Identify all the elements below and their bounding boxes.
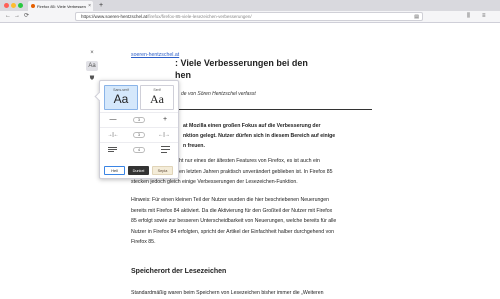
type-controls-icon[interactable]: Aa xyxy=(86,61,98,71)
article-title-line2: hen xyxy=(175,70,192,80)
font-serif-option[interactable]: Serif Aa xyxy=(140,85,174,110)
article-lead-line3: n freuen. xyxy=(183,143,205,149)
paragraph-line: Firefox 85. xyxy=(131,239,156,245)
decrease-line-height-icon[interactable] xyxy=(108,147,117,153)
theme-dark-button[interactable]: Dunkel xyxy=(128,166,149,175)
library-icon[interactable]: ⫼ xyxy=(467,11,470,22)
paragraph-line: Nutzer in Firefox 84 erfolgten, spricht … xyxy=(131,228,335,235)
favicon-icon xyxy=(31,4,35,8)
forward-icon[interactable]: → xyxy=(14,11,20,22)
browser-tab[interactable]: Firefox 85: Viele Verbesserung... × xyxy=(28,1,93,11)
title-bar: Firefox 85: Viele Verbesserung... × + xyxy=(0,0,500,11)
reader-view: × Aa ⛊ soeren-hentzschel.at : Viele Verb… xyxy=(0,23,500,296)
article-lead-line2: nktion gelegt. Nutzer dürfen sich in die… xyxy=(183,133,336,139)
type-controls-popup: Sans-serif Aa Serif Aa — 3 + →|← 3 ←|→ 4 xyxy=(94,80,179,179)
zoom-window-button[interactable] xyxy=(18,3,23,8)
popup-arrow xyxy=(94,91,105,102)
narrower-content-button[interactable]: →|← xyxy=(105,128,121,142)
minimize-window-button[interactable] xyxy=(11,3,16,8)
font-size-value: 3 xyxy=(133,117,145,123)
menu-icon[interactable]: ≡ xyxy=(482,11,486,22)
content-width-row: →|← 3 ←|→ xyxy=(100,127,178,142)
back-icon[interactable]: ← xyxy=(5,11,11,22)
url-domain: https://www.soeren-hentzschel.at xyxy=(81,14,148,19)
increase-font-size-button[interactable]: + xyxy=(158,113,172,127)
theme-light-button[interactable]: Hell xyxy=(104,166,125,175)
url-path: /firefox/firefox-85-viele-lesezeichen-ve… xyxy=(147,14,252,19)
article-paragraph-2: Hinweis: Für einen kleinen Teil der Nutz… xyxy=(131,195,336,248)
divider xyxy=(179,109,372,110)
close-window-button[interactable] xyxy=(4,3,9,8)
decrease-font-size-button[interactable]: — xyxy=(106,113,120,127)
url-text: https://www.soeren-hentzschel.at/firefox… xyxy=(81,14,252,19)
close-reader-icon[interactable]: × xyxy=(86,48,98,58)
paragraph-line: Standardmäßig waren beim Speichern von L… xyxy=(131,290,324,296)
article-domain-link[interactable]: soeren-hentzschel.at xyxy=(131,52,179,58)
font-option-sample: Aa xyxy=(150,92,164,106)
paragraph-line: bereits mit Firefox 84 aktiviert. Da die… xyxy=(131,207,333,214)
reload-icon[interactable]: ⟳ xyxy=(24,11,29,22)
new-tab-button[interactable]: + xyxy=(99,0,103,11)
font-sans-serif-option[interactable]: Sans-serif Aa xyxy=(104,85,138,110)
content-width-value: 3 xyxy=(133,132,145,138)
paragraph-line: 85 erfolgt sowie zur besseren Unterschei… xyxy=(131,218,337,224)
article-byline: de von Sören Hentzschel verfasst xyxy=(181,91,256,97)
url-bar[interactable]: https://www.soeren-hentzschel.at/firefox… xyxy=(75,12,423,21)
tab-title: Firefox 85: Viele Verbesserung... xyxy=(37,3,86,9)
line-height-row: 4 xyxy=(100,142,178,157)
article-lead-line1: at Mozilla einen großen Fokus auf die Ve… xyxy=(183,123,321,129)
paragraph-line: Hinweis: Für einen kleinen Teil der Nutz… xyxy=(131,197,330,203)
font-option-sample: Aa xyxy=(113,92,129,106)
wider-content-button[interactable]: ←|→ xyxy=(156,128,172,142)
article-subheading: Speicherort der Lesezeichen xyxy=(131,268,227,275)
theme-sepia-button[interactable]: Sepia xyxy=(152,166,173,175)
increase-line-height-icon[interactable] xyxy=(161,146,170,154)
line-height-value: 4 xyxy=(133,147,145,153)
tab-close-icon[interactable]: × xyxy=(88,3,91,9)
nav-toolbar: ← → ⟳ https://www.soeren-hentzschel.at/f… xyxy=(0,11,500,23)
article-title-line1: : Viele Verbesserungen bei den xyxy=(175,58,308,68)
font-size-row: — 3 + xyxy=(100,112,178,127)
reader-view-icon[interactable]: ▤ xyxy=(414,14,419,20)
article-paragraph-3: Standardmäßig waren beim Speichern von L… xyxy=(131,288,324,299)
pocket-icon[interactable]: ⛊ xyxy=(86,74,98,84)
